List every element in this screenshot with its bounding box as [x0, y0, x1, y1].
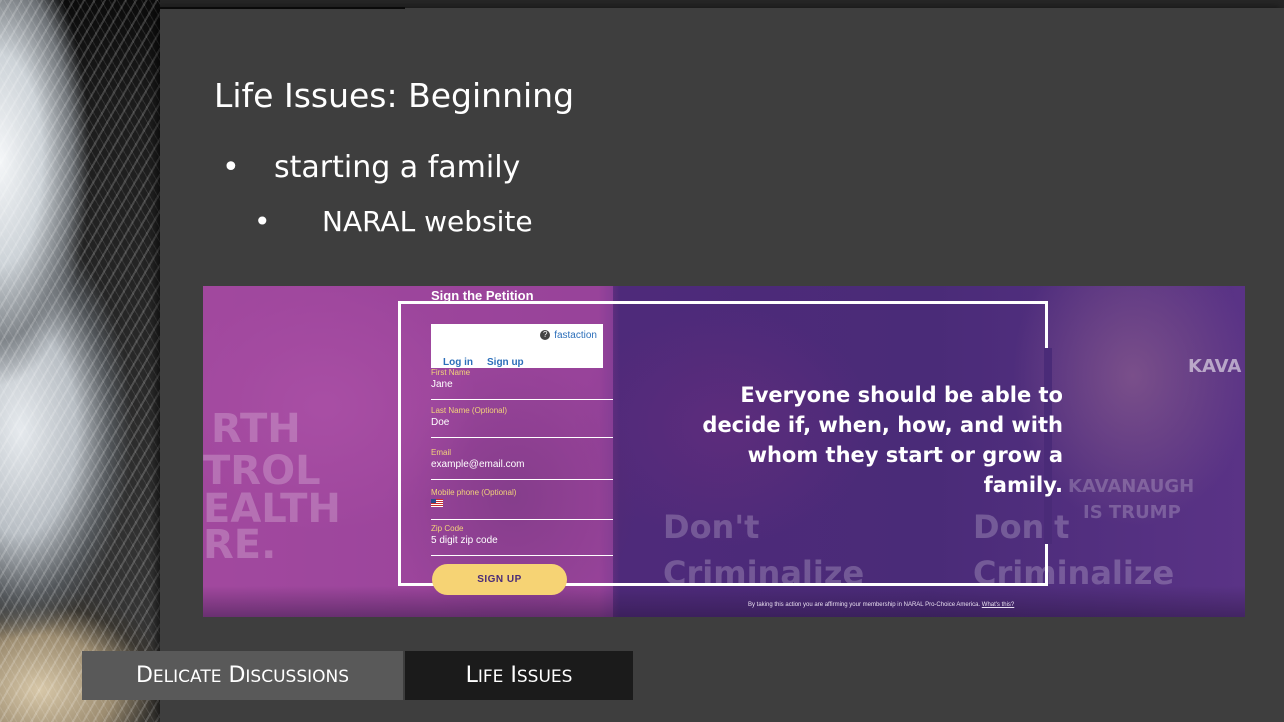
headline-text: Everyone should be able to decide if, wh… [702, 383, 1063, 497]
field-label: Mobile phone (Optional) [431, 488, 517, 497]
footer-label: DELICATE DISCUSSIONS [135, 663, 350, 688]
sign-text: KAVA [1188, 356, 1242, 377]
email-field[interactable]: Email example@email.com [431, 448, 613, 480]
field-underline [431, 399, 613, 400]
disclaimer: By taking this action you are affirming … [748, 602, 1015, 608]
us-flag-icon[interactable] [431, 499, 443, 507]
field-label: Email [431, 448, 452, 457]
fastaction-logo[interactable]: ? fastaction [540, 330, 597, 341]
footer-tag-life-issues: LIFE ISSUES [405, 651, 633, 700]
sign-text: RE. [203, 522, 277, 568]
petition-form-title: Sign the Petition [431, 288, 534, 303]
last-name-field[interactable]: Last Name (Optional) Doe [431, 406, 613, 438]
footer-tag-delicate-discussions: DELICATE DISCUSSIONS [82, 651, 403, 700]
footer-label: LIFE ISSUES [465, 663, 573, 688]
help-icon[interactable]: ? [540, 330, 551, 341]
zip-code-field[interactable]: Zip Code 5 digit zip code [431, 524, 613, 556]
naral-website-screenshot: RTH TROL EALTH RE. Don't Criminalize Don… [203, 286, 1245, 617]
sign-text: IS TRUMP [1083, 502, 1181, 523]
bullet-text: NARAL website [322, 205, 533, 238]
slide-top-border [160, 7, 405, 9]
photo-bottom-shade [203, 586, 1245, 617]
frost-background-image [0, 0, 160, 722]
field-label: Zip Code [431, 524, 464, 533]
field-value[interactable]: Doe [431, 417, 449, 428]
bullet-marker: • [222, 150, 240, 185]
field-underline [431, 437, 613, 438]
first-name-field[interactable]: First Name Jane [431, 368, 613, 400]
sign-up-button[interactable]: SIGN UP [432, 564, 567, 595]
bullet-marker: • [254, 205, 271, 238]
field-label: Last Name (Optional) [431, 406, 508, 415]
field-underline [431, 479, 613, 480]
field-underline [431, 555, 613, 556]
slide-title: Life Issues: Beginning [214, 76, 575, 115]
bullet-text: starting a family [274, 150, 521, 185]
sign-text: KAVANAUGH [1068, 476, 1195, 497]
mobile-phone-field[interactable]: Mobile phone (Optional) [431, 488, 613, 520]
field-value[interactable]: example@email.com [431, 459, 525, 470]
field-value[interactable]: Jane [431, 379, 453, 390]
fastaction-box: ? fastaction Log in Sign up [431, 324, 603, 368]
signup-link[interactable]: Sign up [487, 357, 524, 368]
field-value[interactable]: 5 digit zip code [431, 535, 498, 546]
field-value[interactable] [431, 499, 443, 510]
field-underline [431, 519, 613, 520]
whats-this-link[interactable]: What's this? [982, 602, 1015, 608]
field-label: First Name [431, 368, 471, 377]
login-link[interactable]: Log in [443, 357, 473, 368]
sign-text: RTH [211, 406, 301, 452]
